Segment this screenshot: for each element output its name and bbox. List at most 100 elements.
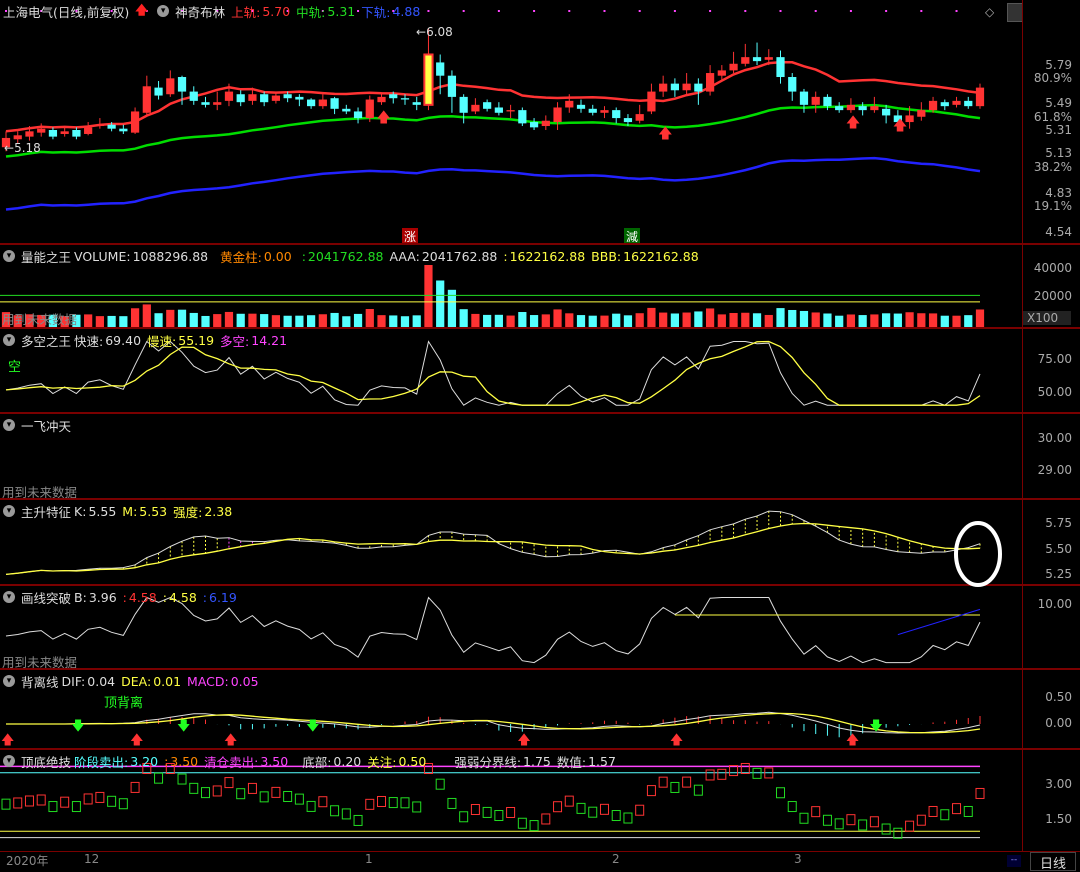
candle-body (459, 96, 468, 113)
dk-ytick: 75.00 (1037, 352, 1072, 366)
step-box (130, 781, 140, 793)
b-line (5, 596, 981, 664)
volume-bar (436, 280, 445, 327)
month-label-2: 2 (612, 852, 620, 866)
main-ytick: 5.49 (1045, 96, 1072, 110)
candle-body (471, 104, 480, 112)
volume-bar (142, 304, 151, 327)
volume-bar (752, 313, 762, 327)
candle-body (447, 75, 457, 97)
volume-bar (858, 315, 867, 327)
vol-ytick: 20000 (1033, 289, 1072, 303)
dingdi-menu-icon[interactable]: ▾ (3, 755, 15, 767)
aaa-value: 2041762.88 (421, 248, 498, 264)
volume-bar (917, 313, 926, 327)
period-button[interactable]: 日线 (1030, 852, 1076, 872)
s7-value: 1.57 (588, 753, 616, 769)
candle-body (776, 57, 785, 78)
main-ytick: 38.2% (1033, 160, 1072, 174)
slow-value: 55.19 (178, 332, 215, 348)
hx-ytick: 10.00 (1037, 597, 1072, 611)
top-dot (603, 10, 606, 12)
volume-bar (717, 314, 726, 327)
candle-body (882, 108, 891, 116)
step-box (635, 804, 645, 816)
signal-down-label: 減 (624, 228, 640, 244)
s2-label: : (164, 753, 169, 769)
s4-value: 0.20 (333, 753, 362, 769)
top-dot (814, 10, 817, 12)
step-box (858, 819, 868, 831)
scroll-indicator[interactable]: -- (1007, 855, 1021, 867)
duokong-panel: ▾ 多空之王 快速: 69.40 慢速: 55.19 多空: 14.21 空 7… (0, 329, 1080, 413)
top-dot (885, 10, 888, 12)
main-ytick: 61.8% (1033, 110, 1072, 124)
step-box (611, 810, 621, 822)
step-box (365, 798, 375, 810)
volume-bar (659, 312, 668, 327)
step-box (306, 800, 316, 812)
vol-ytick: 40000 (1033, 261, 1072, 275)
k-line (5, 510, 981, 575)
step-box (787, 801, 797, 813)
buy-arrow-icon: 🡅 (893, 118, 907, 134)
volume-bar (459, 309, 468, 327)
volume-bar (213, 314, 222, 327)
step-box (60, 796, 70, 808)
step-box (388, 797, 398, 809)
step-box (506, 806, 516, 818)
step-box (553, 801, 563, 813)
step-box (658, 776, 668, 788)
volume-bar (882, 313, 891, 327)
volume-bar (764, 314, 773, 327)
step-box (940, 809, 950, 821)
zhusheng-menu-icon[interactable]: ▾ (3, 505, 15, 517)
volume-bar (283, 315, 292, 327)
step-box (893, 827, 903, 839)
bl-ytick: 0.00 (1045, 716, 1072, 730)
slow-label: 慢速: (147, 333, 177, 349)
m-value: 5.53 (139, 503, 168, 519)
step-box (811, 806, 821, 818)
step-box (916, 814, 926, 826)
beili-menu-icon[interactable]: ▾ (3, 675, 15, 687)
duokong-menu-icon[interactable]: ▾ (3, 334, 15, 346)
s5-value: 0.50 (398, 753, 427, 769)
top-dot (673, 10, 676, 12)
huaxian-name: 画线突破 (21, 590, 72, 606)
candle-body (788, 77, 797, 92)
indicator-name: 神奇布林 (175, 4, 226, 20)
main-ytick: 4.54 (1045, 225, 1072, 239)
huaxian-menu-icon[interactable]: ▾ (3, 591, 15, 603)
candle-body (107, 124, 116, 129)
gold-label: 黄金柱: (220, 249, 262, 265)
step-box (283, 790, 293, 802)
candle-body (799, 91, 809, 105)
volume-bar (694, 311, 703, 327)
step-box (36, 794, 46, 806)
lower-label: 下轨: (361, 4, 391, 20)
candle-body (236, 94, 245, 103)
s6-label: 强弱分界线: (454, 754, 522, 770)
volume-bar (377, 315, 386, 327)
candlestick-chart: 🡅 🡅 🡅 🡅 (1, 10, 985, 211)
volume-menu-icon[interactable]: ▾ (3, 250, 15, 262)
candle-body (25, 131, 34, 137)
s6-value: 1.75 (523, 753, 551, 769)
volume-bar (952, 315, 961, 327)
m-line (5, 522, 981, 576)
candle-body (694, 83, 703, 92)
dingdi-name: 顶底绝技 (21, 754, 72, 770)
step-box (670, 781, 680, 793)
step-box (118, 798, 128, 810)
dk-value: 14.21 (251, 332, 288, 348)
candle-body (705, 73, 715, 92)
volume-bar (130, 308, 140, 327)
candle-body (600, 110, 609, 113)
step-box (247, 782, 257, 794)
volume-bar (600, 315, 609, 327)
yifei-menu-icon[interactable]: ▾ (3, 419, 15, 431)
candle-body (670, 83, 679, 91)
s3-label: 清仓卖出: (204, 754, 259, 770)
indicator-menu-icon[interactable]: ▾ (157, 5, 170, 17)
